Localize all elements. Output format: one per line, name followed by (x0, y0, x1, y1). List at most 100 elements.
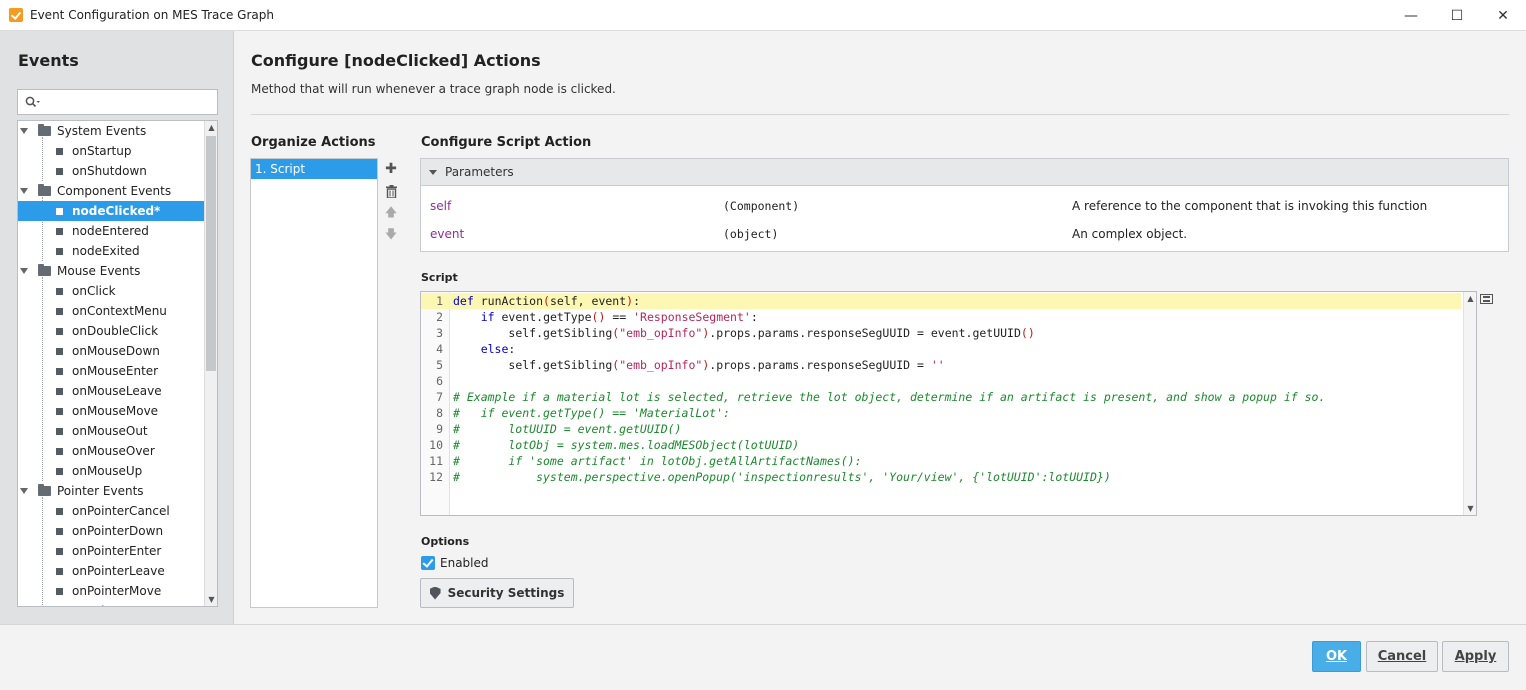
scroll-down-icon[interactable]: ▼ (1464, 502, 1476, 515)
tree-item[interactable]: onPointerDown (18, 521, 204, 541)
event-item-icon (56, 447, 63, 455)
minimize-button[interactable]: — (1388, 0, 1434, 31)
main-panel: Configure [nodeClicked] Actions Method t… (234, 31, 1526, 624)
event-item-icon (56, 287, 63, 295)
tree-item[interactable]: onMouseOver (18, 441, 204, 461)
code-text: # lotObj = system.mes.loadMESObject(lotU… (453, 438, 800, 452)
tree-item[interactable]: onMouseEnter (18, 361, 204, 381)
tree-item[interactable]: onShutdown (18, 161, 204, 181)
event-item-icon (56, 467, 63, 475)
tree-item[interactable]: nodeExited (18, 241, 204, 261)
tree-group[interactable]: Mouse Events (18, 261, 204, 281)
security-settings-button[interactable]: Security Settings (420, 578, 574, 608)
tree-item[interactable]: onMouseMove (18, 401, 204, 421)
tree-item[interactable]: onPointerMove (18, 581, 204, 601)
search-box[interactable] (17, 89, 218, 115)
tree-group-label: Mouse Events (57, 264, 141, 278)
tree-item[interactable]: onPointerLeave (18, 561, 204, 581)
tree-scrollbar[interactable]: ▲ ▼ (204, 121, 217, 606)
parameters-header[interactable]: Parameters (421, 159, 1508, 186)
code-line[interactable]: 9 # lotUUID = event.getUUID() (421, 421, 1461, 437)
enabled-checkbox[interactable] (421, 556, 435, 570)
tree-item[interactable]: onPointerCancel (18, 501, 204, 521)
tree-item[interactable]: onStartup (18, 141, 204, 161)
cancel-button[interactable]: Cancel (1366, 641, 1438, 672)
parameters-header-label: Parameters (445, 165, 514, 179)
event-item-icon (56, 547, 63, 555)
event-item-icon (56, 207, 63, 215)
shield-icon (429, 586, 441, 600)
code-line[interactable]: 12 # system.perspective.openPopup('inspec… (421, 469, 1461, 485)
tree-item[interactable]: onPointerOut (18, 601, 204, 606)
line-number: 6 (436, 374, 443, 388)
code-line[interactable]: 10 # lotObj = system.mes.loadMESObject(lo… (421, 437, 1461, 453)
tree-group-label: Component Events (57, 184, 172, 198)
parameter-row: self (Component) A reference to the comp… (421, 192, 1508, 220)
expand-caret-icon[interactable] (20, 268, 28, 274)
expand-caret-icon[interactable] (20, 128, 28, 134)
editor-scrollbar[interactable]: ▲ ▼ (1463, 292, 1476, 515)
code-line[interactable]: 6 (421, 373, 1461, 389)
folder-icon (38, 264, 51, 276)
code-line[interactable]: 4 else: (421, 341, 1461, 357)
expand-caret-icon[interactable] (20, 188, 28, 194)
scroll-up-icon[interactable]: ▲ (205, 121, 217, 134)
expand-caret-icon[interactable] (20, 488, 28, 494)
parameter-name: self (430, 199, 452, 213)
window-controls: — ☐ ✕ (1388, 0, 1526, 31)
editor-menu-icon[interactable] (1480, 294, 1493, 304)
scroll-up-icon[interactable]: ▲ (1464, 292, 1476, 305)
tree-item[interactable]: onPointerEnter (18, 541, 204, 561)
tree-item-label: onPointerCancel (72, 504, 170, 518)
tree-item[interactable]: nodeClicked* (18, 201, 204, 221)
tree-item-label: onPointerMove (72, 584, 162, 598)
tree-item[interactable]: onClick (18, 281, 204, 301)
tree-item[interactable]: onMouseOut (18, 421, 204, 441)
tree-item[interactable]: onMouseUp (18, 461, 204, 481)
code-line[interactable]: 5 self.getSibling("emb_opInfo").props.pa… (421, 357, 1461, 373)
tree-item[interactable]: onMouseLeave (18, 381, 204, 401)
code-text: # system.perspective.openPopup('inspecti… (453, 470, 1111, 484)
configure-script-title: Configure Script Action (421, 135, 592, 150)
scroll-down-icon[interactable]: ▼ (205, 593, 217, 606)
folder-icon (38, 484, 51, 496)
code-line[interactable]: 2 if event.getType() == 'ResponseSegment… (421, 309, 1461, 325)
script-editor[interactable]: 1 def runAction(self, event): 2 if event.g… (420, 291, 1477, 516)
move-up-button[interactable]: 🡅 (384, 202, 398, 224)
ok-button[interactable]: OK (1312, 641, 1361, 672)
enabled-option[interactable]: Enabled (421, 556, 489, 570)
parameter-type: (object) (723, 227, 779, 241)
code-line[interactable]: 11 # if 'some artifact' in lotObj.getAllA… (421, 453, 1461, 469)
code-line[interactable]: 1 def runAction(self, event): (421, 293, 1461, 309)
action-item-script[interactable]: 1. Script (251, 159, 377, 179)
code-text: else: (480, 342, 516, 356)
enabled-label: Enabled (440, 556, 489, 570)
apply-button[interactable]: Apply (1442, 641, 1509, 672)
options-label: Options (421, 535, 470, 548)
search-input[interactable] (45, 91, 217, 113)
event-item-icon (56, 567, 63, 575)
tree-item[interactable]: onDoubleClick (18, 321, 204, 341)
scroll-thumb[interactable] (206, 136, 216, 371)
tree-item[interactable]: onMouseDown (18, 341, 204, 361)
code-line[interactable]: 8 # if event.getType() == 'MaterialLot': (421, 405, 1461, 421)
event-item-icon (56, 307, 63, 315)
tree-item[interactable]: onContextMenu (18, 301, 204, 321)
events-tree: System Events onStartup onShutdown Componen… (17, 120, 218, 607)
tree-item[interactable]: nodeEntered (18, 221, 204, 241)
move-down-button[interactable]: 🡇 (384, 224, 398, 246)
delete-action-button[interactable] (384, 180, 398, 202)
tree-group[interactable]: Component Events (18, 181, 204, 201)
add-action-button[interactable]: ✚ (384, 158, 398, 180)
maximize-button[interactable]: ☐ (1434, 0, 1480, 31)
event-item-icon (56, 167, 63, 175)
tree-group[interactable]: Pointer Events (18, 481, 204, 501)
code-text: # lotUUID = event.getUUID() (453, 422, 682, 436)
dialog-footer: OK Cancel Apply (0, 624, 1526, 690)
tree-group[interactable]: System Events (18, 121, 204, 141)
tree-item-label: onClick (72, 284, 116, 298)
code-line[interactable]: 7 # Example if a material lot is selected… (421, 389, 1461, 405)
close-button[interactable]: ✕ (1480, 0, 1526, 31)
tree-item-label: onShutdown (72, 164, 147, 178)
code-line[interactable]: 3 self.getSibling("emb_opInfo").props.pa… (421, 325, 1461, 341)
